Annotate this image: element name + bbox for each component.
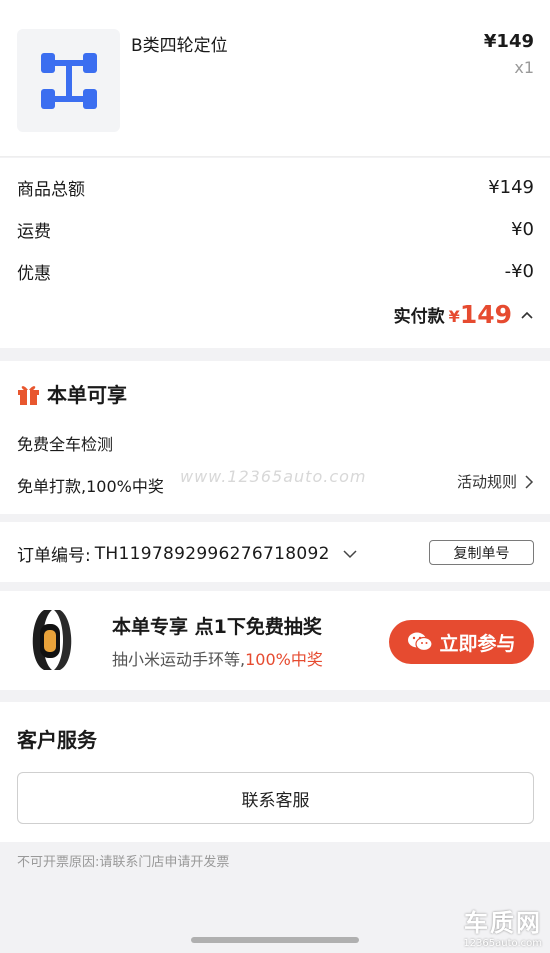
chevron-down-icon xyxy=(343,549,357,558)
product-thumbnail xyxy=(17,29,120,132)
paid-currency: ¥ xyxy=(448,307,460,326)
promo-sub-highlight: 100%中奖 xyxy=(245,650,323,669)
join-lottery-button[interactable]: 立即参与 xyxy=(389,620,534,664)
summary-row-shipping: 运费 ¥0 xyxy=(17,214,534,244)
activity-rules-link[interactable]: 活动规则 xyxy=(457,471,534,492)
site-logo-text: 车质网 xyxy=(464,909,542,937)
promo-title: 本单专享 点1下免费抽奖 xyxy=(112,616,322,638)
order-number-value: TH1197892996276718092 xyxy=(94,543,330,564)
summary-value: ¥0 xyxy=(511,218,534,240)
join-label: 立即参与 xyxy=(439,632,516,655)
summary-label: 商品总额 xyxy=(17,179,85,200)
promo-sub-text: 抽小米运动手环等, xyxy=(112,650,246,669)
order-number-label: 订单编号: xyxy=(17,546,91,566)
site-logo-url: 12365auto.com xyxy=(463,938,542,949)
summary-row-subtotal: 商品总额 ¥149 xyxy=(17,172,534,202)
price-summary: 商品总额 ¥149 运费 ¥0 优惠 -¥0 实付款 ¥ 149 xyxy=(0,158,550,348)
order-number[interactable]: 订单编号: TH1197892996276718092 xyxy=(17,541,358,566)
lottery-promo-banner[interactable]: 本单专享 点1下免费抽奖 抽小米运动手环等,100%中奖 立即参与 xyxy=(0,591,550,690)
product-price: ¥149 xyxy=(483,31,534,52)
copy-order-number-button[interactable]: 复制单号 xyxy=(429,540,534,565)
wheel-alignment-icon xyxy=(40,52,97,109)
benefit-item: 免单打款,100%中奖 xyxy=(17,477,164,496)
fitness-band-image xyxy=(32,610,72,670)
benefit-card: 本单可享 免费全车检测 免单打款,100%中奖 www.12365auto.co… xyxy=(0,361,550,514)
promo-subtitle: 抽小米运动手环等,100%中奖 xyxy=(112,646,323,670)
summary-label: 运费 xyxy=(17,221,51,242)
product-card[interactable]: B类四轮定位 ¥149 x1 xyxy=(0,0,550,157)
summary-row-discount: 优惠 -¥0 xyxy=(17,256,534,286)
product-quantity: x1 xyxy=(514,58,534,77)
customer-service-section: 客户服务 联系客服 xyxy=(0,702,550,842)
paid-amount: 149 xyxy=(459,300,512,329)
order-number-section: 订单编号: TH1197892996276718092 复制单号 xyxy=(0,522,550,582)
summary-label: 优惠 xyxy=(17,263,51,284)
site-logo: 车质网 12365auto.com xyxy=(463,903,542,949)
summary-value: ¥149 xyxy=(488,176,534,198)
contact-service-button[interactable]: 联系客服 xyxy=(17,772,534,824)
site-watermark: www.12365auto.com xyxy=(180,467,367,486)
wechat-icon xyxy=(408,632,434,652)
rules-label: 活动规则 xyxy=(456,473,517,491)
invoice-note: 不可开票原因:请联系门店申请开发票 xyxy=(17,855,230,870)
benefit-item: 免费全车检测 xyxy=(17,435,114,454)
benefit-title: 本单可享 xyxy=(47,383,127,407)
paid-amount-toggle[interactable]: 实付款 ¥ 149 xyxy=(394,300,534,329)
chevron-up-icon xyxy=(521,311,533,319)
summary-value: -¥0 xyxy=(504,260,534,282)
chevron-right-icon xyxy=(525,474,534,489)
home-indicator[interactable] xyxy=(191,937,359,943)
product-name: B类四轮定位 xyxy=(131,36,228,56)
service-title: 客户服务 xyxy=(17,728,97,752)
gift-icon xyxy=(18,386,39,405)
paid-label: 实付款 xyxy=(393,307,445,327)
